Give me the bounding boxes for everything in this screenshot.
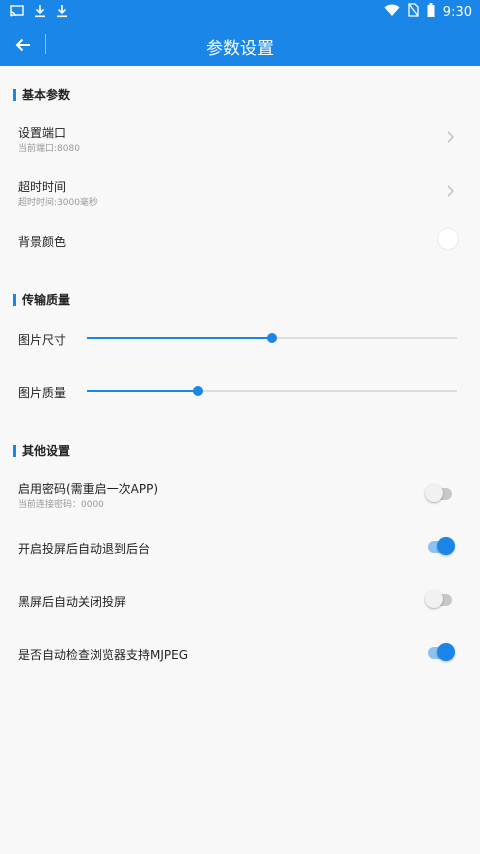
toggle-knob bbox=[437, 537, 455, 555]
slider-fill bbox=[87, 337, 272, 339]
image-size-slider[interactable] bbox=[87, 333, 457, 343]
download-icon bbox=[34, 3, 46, 22]
auto-close-toggle[interactable] bbox=[425, 590, 452, 608]
status-bar: 9:30 bbox=[0, 0, 480, 24]
setting-row-bg-color[interactable]: 背景颜色 bbox=[0, 221, 480, 261]
section-header-basic: 基本参数 bbox=[13, 86, 70, 103]
auto-background-toggle[interactable] bbox=[428, 537, 455, 555]
setting-row-auto-background[interactable]: 开启投屏后自动退到后台 bbox=[0, 527, 480, 567]
section-header-quality: 传输质量 bbox=[13, 291, 70, 308]
download-icon bbox=[56, 3, 68, 22]
setting-subtitle-password: 当前连接密码：0000 bbox=[18, 500, 104, 510]
toggle-knob bbox=[437, 643, 455, 661]
slider-thumb[interactable] bbox=[267, 333, 277, 343]
mjpeg-check-toggle[interactable] bbox=[428, 643, 455, 661]
slider-thumb[interactable] bbox=[193, 386, 203, 396]
cast-icon bbox=[10, 3, 24, 22]
chevron-right-icon bbox=[447, 185, 454, 197]
page-title: 参数设置 bbox=[206, 39, 274, 59]
setting-title-image-size: 图片尺寸 bbox=[18, 333, 67, 347]
setting-row-mjpeg-check[interactable]: 是否自动检查浏览器支持MJPEG bbox=[0, 633, 480, 673]
setting-subtitle-port: 当前端口:8080 bbox=[18, 144, 80, 154]
status-bar-right: 9:30 bbox=[384, 3, 472, 21]
section-accent-bar bbox=[13, 88, 16, 101]
setting-title-port: 设置端口 bbox=[18, 126, 67, 140]
setting-subtitle-timeout: 超时时间:3000毫秒 bbox=[18, 198, 98, 208]
slider-fill bbox=[87, 390, 198, 392]
section-title-quality: 传输质量 bbox=[22, 293, 71, 307]
status-time: 9:30 bbox=[442, 4, 472, 20]
no-sim-icon bbox=[408, 3, 419, 21]
setting-row-port[interactable]: 设置端口 当前端口:8080 bbox=[0, 114, 480, 164]
setting-row-image-size: 图片尺寸 bbox=[0, 321, 480, 356]
setting-row-password[interactable]: 启用密码(需重启一次APP) 当前连接密码：0000 bbox=[0, 471, 480, 519]
setting-title-timeout: 超时时间 bbox=[18, 180, 67, 194]
setting-row-auto-close[interactable]: 黑屏后自动关闭投屏 bbox=[0, 580, 480, 620]
setting-title-auto-background: 开启投屏后自动退到后台 bbox=[18, 542, 151, 556]
setting-row-timeout[interactable]: 超时时间 超时时间:3000毫秒 bbox=[0, 168, 480, 218]
battery-icon bbox=[427, 3, 435, 21]
setting-title-password: 启用密码(需重启一次APP) bbox=[18, 482, 159, 496]
chevron-right-icon bbox=[447, 131, 454, 143]
toggle-knob bbox=[425, 484, 443, 502]
setting-title-auto-close: 黑屏后自动关闭投屏 bbox=[18, 595, 127, 609]
setting-row-image-quality: 图片质量 bbox=[0, 375, 480, 410]
section-accent-bar bbox=[13, 293, 16, 306]
section-accent-bar bbox=[13, 444, 16, 457]
section-title-basic: 基本参数 bbox=[22, 88, 71, 102]
setting-title-bg-color: 背景颜色 bbox=[18, 235, 67, 249]
app-bar: 参数设置 bbox=[0, 24, 480, 66]
setting-title-mjpeg-check: 是否自动检查浏览器支持MJPEG bbox=[18, 648, 189, 662]
toggle-knob bbox=[425, 590, 443, 608]
section-header-other: 其他设置 bbox=[13, 442, 70, 459]
color-swatch[interactable] bbox=[438, 229, 458, 249]
status-bar-left bbox=[10, 3, 68, 22]
wifi-icon bbox=[384, 4, 400, 21]
section-title-other: 其他设置 bbox=[22, 444, 71, 458]
password-toggle[interactable] bbox=[425, 484, 452, 502]
image-quality-slider[interactable] bbox=[87, 386, 457, 396]
setting-title-image-quality: 图片质量 bbox=[18, 386, 67, 400]
